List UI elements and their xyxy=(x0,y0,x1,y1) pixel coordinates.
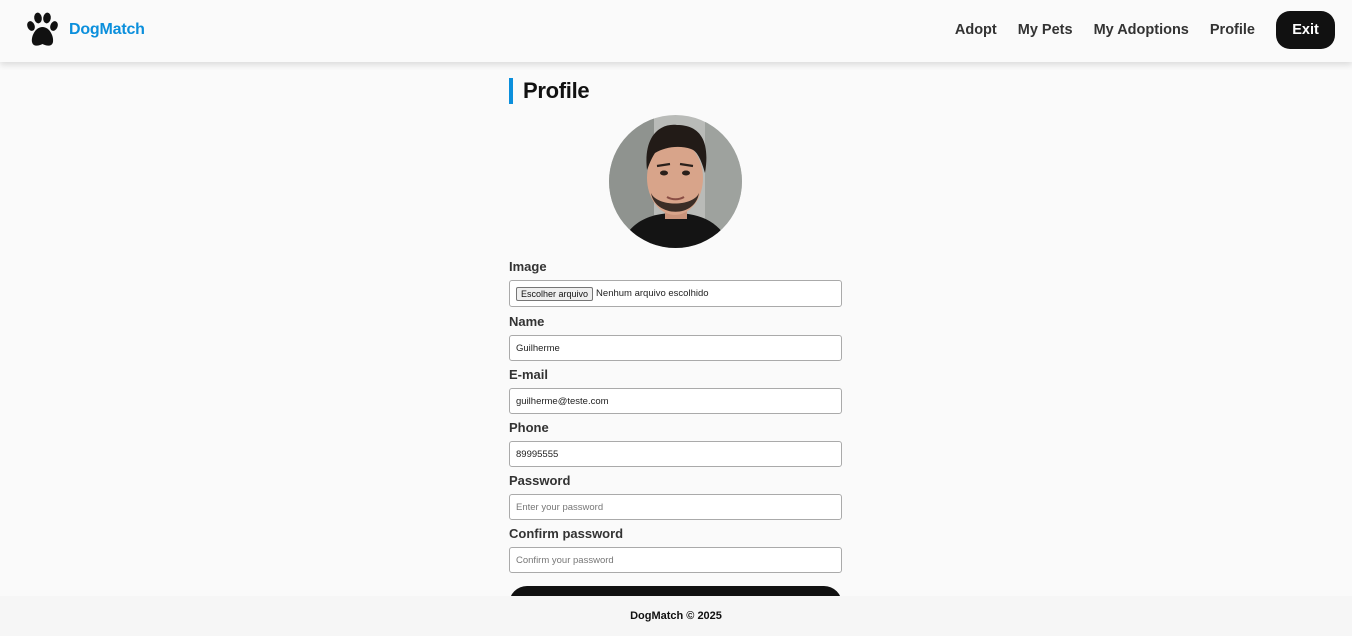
nav-links: Adopt My Pets My Adoptions Profile Exit xyxy=(955,11,1335,49)
nav-link-adopt[interactable]: Adopt xyxy=(955,22,997,38)
choose-file-button[interactable]: Escolher arquivo xyxy=(516,286,594,301)
nav-link-my-pets[interactable]: My Pets xyxy=(1018,22,1073,38)
email-input[interactable] xyxy=(509,388,842,414)
image-label: Image xyxy=(509,259,547,274)
exit-button[interactable]: Exit xyxy=(1276,11,1335,49)
page-title: Profile xyxy=(509,78,590,104)
confirm-password-input[interactable] xyxy=(509,547,842,573)
password-label: Password xyxy=(509,473,571,488)
footer-copyright: DogMatch © 2025 xyxy=(630,610,722,622)
navbar: DogMatch Adopt My Pets My Adoptions Prof… xyxy=(0,0,1352,62)
name-label: Name xyxy=(509,314,545,329)
paw-icon xyxy=(27,12,58,46)
avatar xyxy=(609,115,742,248)
image-file-input[interactable]: Escolher arquivo Nenhum arquivo escolhid… xyxy=(509,280,842,307)
profile-photo xyxy=(609,115,742,248)
footer: DogMatch © 2025 xyxy=(0,596,1352,636)
brand-name: DogMatch xyxy=(69,21,145,38)
phone-input[interactable] xyxy=(509,441,842,467)
password-input[interactable] xyxy=(509,494,842,520)
brand[interactable]: DogMatch xyxy=(26,12,145,48)
phone-label: Phone xyxy=(509,420,549,435)
file-status-text: Nenhum arquivo escolhido xyxy=(596,288,709,299)
name-input[interactable] xyxy=(509,335,842,361)
email-label: E-mail xyxy=(509,367,549,382)
confirm-password-label: Confirm password xyxy=(509,526,624,541)
nav-link-my-adoptions[interactable]: My Adoptions xyxy=(1094,22,1189,38)
nav-link-profile[interactable]: Profile xyxy=(1210,22,1255,38)
